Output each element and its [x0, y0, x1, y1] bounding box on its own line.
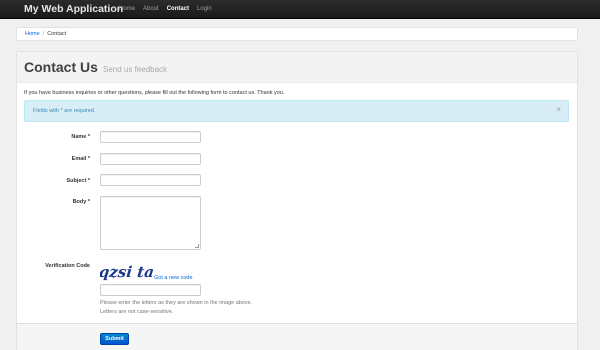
content-panel: Contact Us Send us feedback If you have …	[16, 51, 578, 350]
email-label: Email *	[71, 156, 90, 162]
subject-input[interactable]	[100, 174, 201, 186]
submit-button[interactable]: Submit	[100, 333, 129, 345]
nav-about[interactable]: About	[143, 6, 159, 12]
close-icon[interactable]: ×	[556, 105, 561, 114]
alert-text: Fields with * are required.	[33, 108, 96, 114]
page-subtitle: Send us feedback	[103, 65, 168, 74]
breadcrumb-separator: /	[42, 31, 45, 37]
page-header: Contact Us Send us feedback	[17, 52, 577, 83]
name-input[interactable]	[100, 131, 201, 143]
brand-logo[interactable]: My Web Application	[24, 3, 123, 15]
breadcrumb-current: Contact	[47, 31, 67, 37]
email-input[interactable]	[100, 153, 201, 165]
nav-home[interactable]: Home	[119, 6, 135, 12]
nav-contact[interactable]: Contact	[167, 6, 189, 12]
navbar: My Web Application Home About Contact Lo…	[0, 0, 600, 19]
captcha-hint-line1: Please enter the letters as they are sho…	[100, 300, 253, 306]
body-label: Body *	[72, 199, 90, 205]
breadcrumb-home[interactable]: Home	[25, 31, 40, 37]
subject-label: Subject *	[66, 178, 90, 184]
captcha-text: qzsi tag	[100, 263, 153, 281]
page-title: Contact Us	[24, 59, 98, 75]
form-actions: Submit	[17, 323, 577, 350]
body-textarea[interactable]	[100, 196, 201, 250]
verification-code-input[interactable]	[100, 284, 201, 296]
new-code-link[interactable]: Got a new code	[154, 275, 193, 281]
required-fields-alert: Fields with * are required. ×	[24, 100, 569, 122]
nav-login[interactable]: Login	[197, 6, 212, 12]
verification-label: Verification Code	[45, 263, 90, 269]
main-nav: Home About Contact Login	[119, 6, 220, 12]
captcha-hint-line2: Letters are not case-sensitive.	[100, 309, 174, 315]
name-label: Name *	[71, 134, 90, 140]
captcha-image: qzsi tag	[100, 263, 153, 281]
intro-text: If you have business inquiries or other …	[24, 90, 285, 96]
resize-handle-icon[interactable]	[195, 244, 199, 248]
breadcrumb: Home / Contact	[16, 27, 578, 41]
